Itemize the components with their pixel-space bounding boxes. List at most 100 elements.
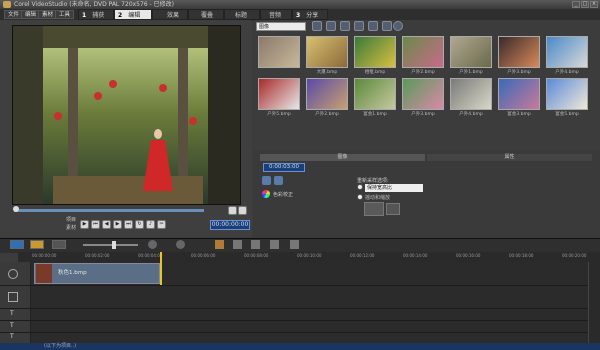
track-manager-icon[interactable] (251, 240, 260, 249)
mark-out-button[interactable] (238, 206, 247, 215)
rotate-left-icon[interactable] (262, 176, 271, 185)
options-icon[interactable] (368, 21, 378, 31)
overlay-track-icon (8, 292, 18, 302)
ruler-tick-label: 00:00:18:00 (509, 253, 534, 258)
library-thumbnail[interactable] (546, 78, 588, 110)
volume-button[interactable]: ♪ (146, 220, 155, 229)
preview-timecode[interactable]: 00:00:00:00 (210, 220, 250, 230)
color-wheel-icon[interactable] (262, 190, 270, 198)
voice-track-icon: T (10, 322, 14, 329)
pan-zoom-radio[interactable] (357, 194, 363, 200)
scrub-bar[interactable] (14, 209, 204, 212)
thumbnail-label: 户外4.bmp (459, 112, 483, 117)
thumbnail-label: 宴会3.bmp (507, 112, 531, 117)
auto-music-icon[interactable] (290, 240, 299, 249)
add-media-icon[interactable] (340, 21, 350, 31)
title-track[interactable] (0, 309, 600, 321)
options-panel (253, 150, 600, 238)
ruler-tick-label: 00:00:00:00 (32, 253, 57, 258)
timeline-scrollbar[interactable] (588, 262, 600, 343)
resample-select[interactable]: 保持宽高比 (365, 184, 423, 192)
clip-mode-label[interactable]: 素材 (66, 224, 76, 231)
undo-icon[interactable] (176, 240, 185, 249)
play-button[interactable]: ▶ (80, 220, 89, 229)
close-button[interactable]: × (590, 1, 598, 8)
library-thumbnail[interactable] (402, 36, 444, 68)
next-frame-button[interactable]: ▶ (113, 220, 122, 229)
overlay-track[interactable] (0, 286, 600, 309)
tab-attributes[interactable]: 属性 (427, 154, 592, 161)
title-track-icon: T (10, 310, 14, 317)
ruler-tick-label: 00:00:14:00 (403, 253, 428, 258)
maximize-button[interactable]: □ (581, 1, 589, 8)
folder-icon[interactable] (312, 21, 322, 31)
resample-label: 重新采样选项: (357, 178, 389, 184)
record-icon[interactable] (215, 240, 224, 249)
timeline-clip[interactable] (34, 263, 160, 284)
scrub-handle[interactable] (13, 206, 19, 212)
fit-timeline-icon[interactable] (148, 240, 157, 249)
tab-capture[interactable]: 1 捕获 (78, 9, 114, 20)
library-thumbnail[interactable] (354, 36, 396, 68)
tab-title[interactable]: 标题 (224, 9, 260, 20)
library-thumbnail[interactable] (402, 78, 444, 110)
tab-share[interactable]: 3 分享 (292, 9, 328, 20)
status-bar: (以下为项目..) (0, 343, 600, 350)
tab-audio[interactable]: 音频 (260, 9, 292, 20)
voice-track[interactable] (0, 321, 600, 333)
tab-effect[interactable]: 效果 (152, 9, 188, 20)
ruler-tick-label: 00:00:06:00 (191, 253, 216, 258)
project-mode-label[interactable]: 项目 (66, 216, 76, 223)
app-icon (3, 1, 11, 8)
library-thumbnail[interactable] (450, 36, 492, 68)
zoom-slider[interactable] (83, 244, 138, 246)
library-thumbnail[interactable] (450, 78, 492, 110)
split-button[interactable]: ✂ (157, 220, 166, 229)
menu-tools[interactable]: 工具 (55, 10, 75, 19)
zoom-slider-handle[interactable] (112, 241, 116, 249)
pan-zoom-custom-button[interactable] (386, 203, 400, 215)
pan-zoom-preset[interactable] (364, 202, 384, 216)
tab-overlay[interactable]: 覆叠 (188, 9, 224, 20)
library-thumbnail[interactable] (258, 78, 300, 110)
thumbnail-label: 户外5.bmp (267, 112, 291, 117)
preview-image (13, 26, 240, 204)
playhead[interactable] (160, 252, 162, 285)
rotate-right-icon[interactable] (274, 176, 283, 185)
clip-thumbnail (36, 264, 52, 283)
thumbnail-label: 户外4.bmp (555, 70, 579, 75)
duration-field[interactable]: 0:00:03:00 (263, 163, 305, 172)
library-thumbnail[interactable] (258, 36, 300, 68)
video-track-icon (8, 269, 18, 279)
thumbnail-label: 宴会5.bmp (555, 112, 579, 117)
timeline-view-button[interactable] (30, 240, 44, 249)
music-track-header (0, 333, 31, 343)
prev-frame-button[interactable]: ◀ (102, 220, 111, 229)
color-correction-link[interactable]: 色彩校正 (273, 191, 293, 198)
tab-image-options[interactable]: 图像 (260, 154, 425, 161)
tab-edit[interactable]: 2 编辑 (114, 9, 152, 20)
close-library-icon[interactable] (393, 21, 403, 31)
window-title: Corel VideoStudio (未命名, DVD PAL 720x576 … (0, 0, 600, 9)
library-thumbnail[interactable] (354, 78, 396, 110)
mark-in-button[interactable] (228, 206, 237, 215)
view-icon[interactable] (354, 21, 364, 31)
library-thumbnail[interactable] (498, 78, 540, 110)
library-thumbnail[interactable] (306, 78, 348, 110)
thumbnail-label: 户外3.bmp (507, 70, 531, 75)
expand-icon[interactable] (382, 21, 392, 31)
storyboard-view-button[interactable] (10, 240, 24, 249)
audio-view-button[interactable] (52, 240, 66, 249)
chapter-icon[interactable] (270, 240, 279, 249)
library-thumbnail[interactable] (306, 36, 348, 68)
library-category-select[interactable]: 图像 (256, 22, 306, 31)
library-thumbnail[interactable] (546, 36, 588, 68)
mixer-icon[interactable] (233, 240, 242, 249)
sort-icon[interactable] (326, 21, 336, 31)
home-button[interactable]: ⏮ (91, 220, 100, 229)
library-thumbnail[interactable] (498, 36, 540, 68)
end-button[interactable]: ⏭ (124, 220, 133, 229)
repeat-button[interactable]: ↻ (135, 220, 144, 229)
resample-radio[interactable] (357, 184, 363, 190)
minimize-button[interactable]: _ (572, 1, 580, 8)
